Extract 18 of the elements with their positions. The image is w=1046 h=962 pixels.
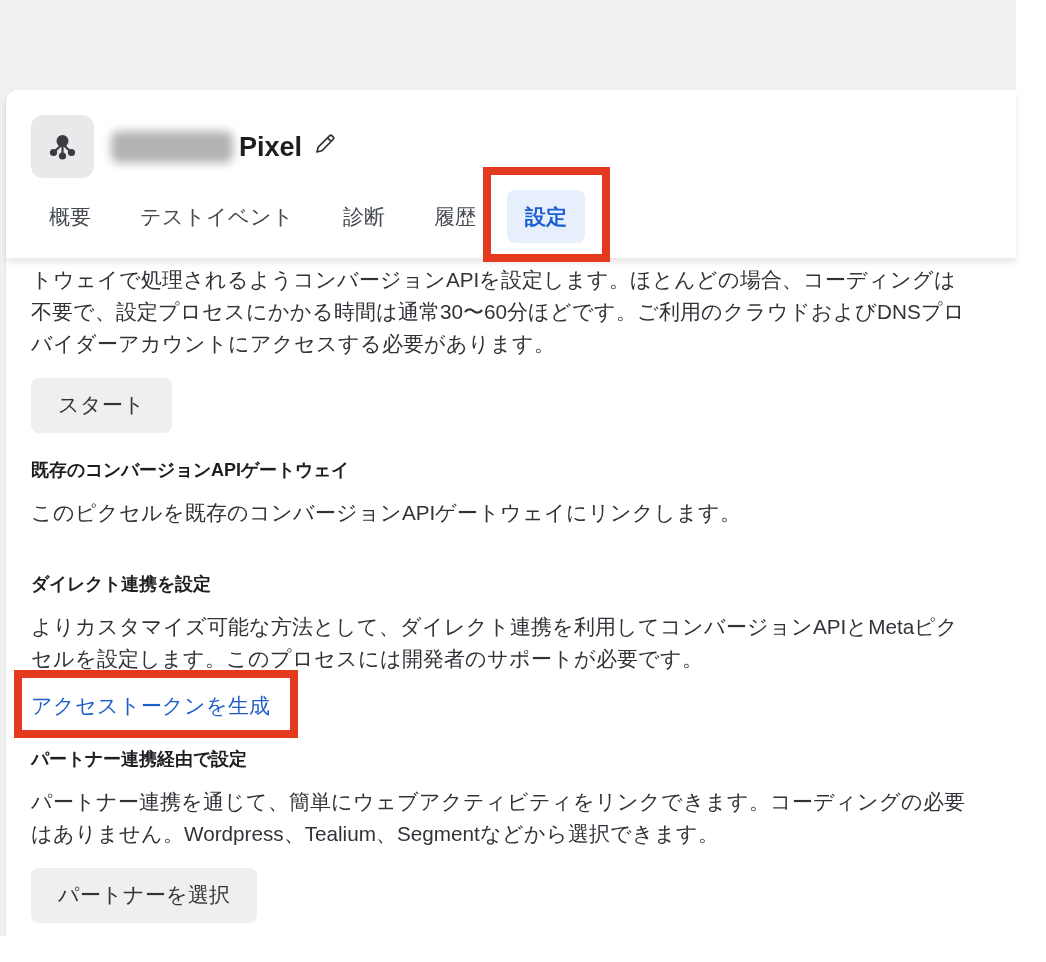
section-description: このピクセルを既存のコンバージョンAPIゲートウェイにリンクします。 bbox=[31, 500, 743, 526]
tab[interactable]: 履歴 bbox=[416, 190, 494, 243]
action-button[interactable]: スタート bbox=[31, 378, 172, 433]
page-title: Pixel bbox=[239, 130, 303, 164]
pencil-icon[interactable] bbox=[314, 132, 337, 155]
tab[interactable]: 設定 bbox=[507, 190, 585, 243]
section-heading: ダイレクト連携を設定 bbox=[31, 573, 211, 596]
tab[interactable]: 診断 bbox=[325, 190, 403, 243]
section-description: パートナー連携を通じて、簡単にウェブアクティビティをリンクできます。コーディングの必要はありません。Wordpress、Tealium、Segmentなどから選択できます。 bbox=[31, 789, 966, 847]
tab[interactable]: テストイベント bbox=[122, 190, 312, 243]
tab[interactable]: 概要 bbox=[31, 190, 109, 243]
node-tree-icon bbox=[31, 115, 94, 178]
token-link[interactable]: アクセストークンを生成 bbox=[31, 690, 270, 722]
section-heading: 既存のコンバージョンAPIゲートウェイ bbox=[31, 459, 349, 482]
action-button[interactable]: パートナーを選択 bbox=[31, 868, 257, 923]
section-description: トウェイで処理されるようコンバージョンAPIを設定します。ほとんどの場合、コーディングは不要で、設定プロセスにかかる時間は通常30〜60分ほどです。ご利用のクラウドおよびDNSプロバイダーアカウントにアクセスする必要があります。 bbox=[31, 267, 966, 357]
section-heading: パートナー連携経由で設定 bbox=[31, 748, 247, 771]
section-description: よりカスタマイズ可能な方法として、ダイレクト連携を利用してコンバージョンAPIとMetaピクセルを設定します。このプロセスには開発者のサポートが必要です。 bbox=[31, 614, 960, 672]
